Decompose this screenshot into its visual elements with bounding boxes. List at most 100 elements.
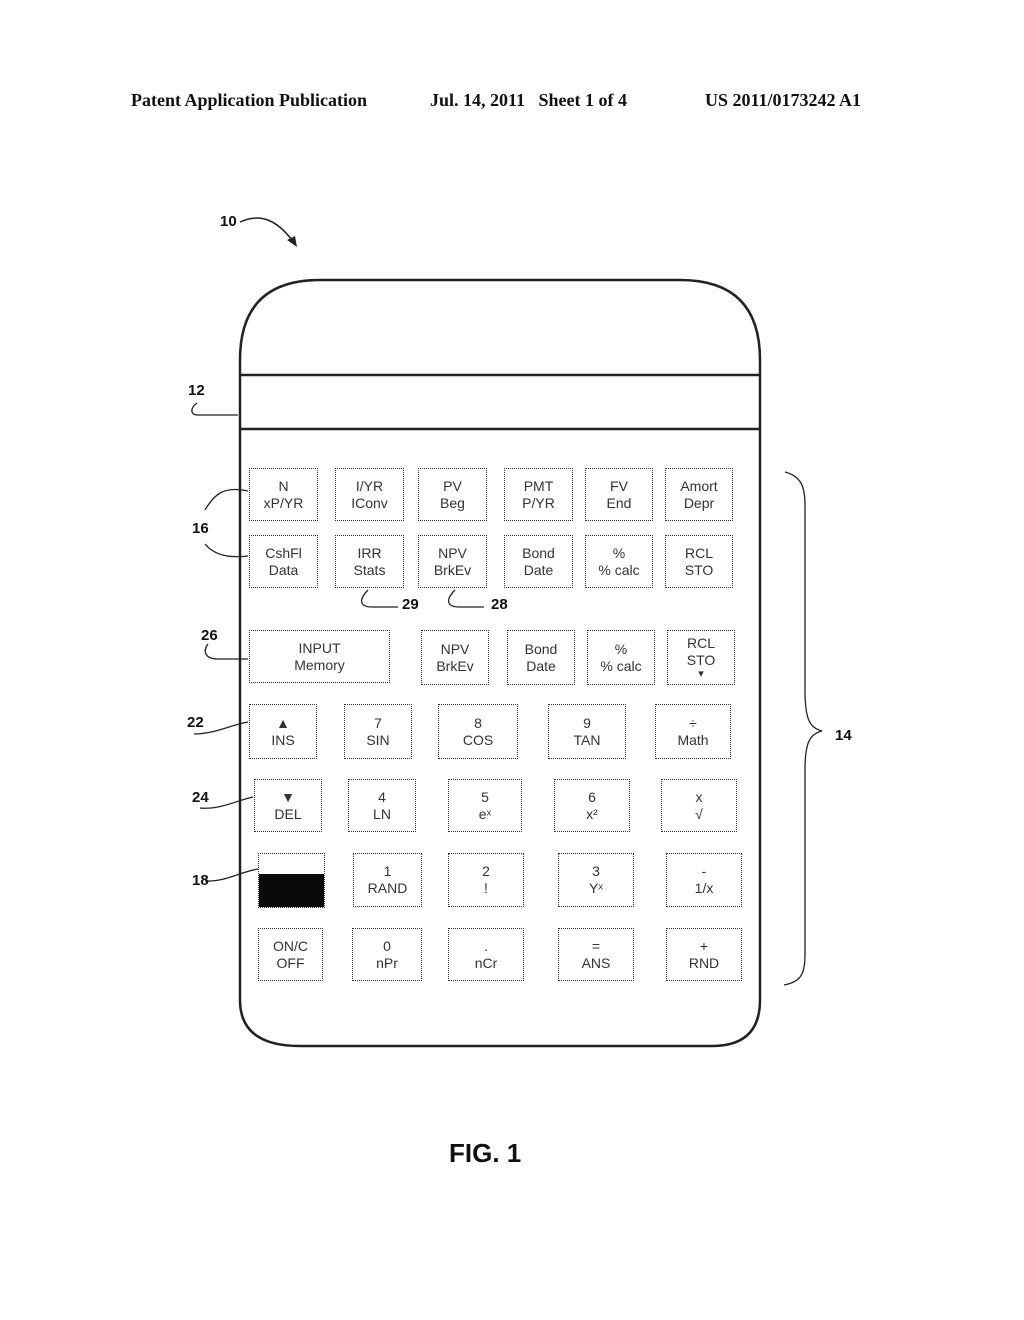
key-on-off[interactable]: ON/C OFF bbox=[258, 928, 323, 981]
small-down-arrow-icon: ▾ bbox=[698, 668, 704, 680]
key-i-yr[interactable]: I/YR IConv bbox=[335, 468, 404, 521]
key-cshfl[interactable]: CshFl Data bbox=[249, 535, 318, 588]
ref-numeral-29: 29 bbox=[402, 596, 419, 613]
ref-numeral-14: 14 bbox=[835, 727, 852, 744]
key-n[interactable]: N xP/YR bbox=[249, 468, 318, 521]
key-primary-label: RCL bbox=[686, 635, 715, 651]
key-primary-label: 4 bbox=[378, 788, 386, 805]
figure-label: FIG. 1 bbox=[449, 1138, 522, 1168]
key-rcl-alt[interactable]: RCL STO ▾ bbox=[667, 630, 735, 685]
key-1[interactable]: 1 RAND bbox=[353, 853, 422, 907]
key-decimal[interactable]: . nCr bbox=[448, 928, 524, 981]
key-secondary-label: OFF bbox=[276, 954, 305, 971]
key-primary-label: IRR bbox=[357, 544, 382, 561]
key-secondary-label: LN bbox=[373, 805, 391, 822]
key-secondary-label: INS bbox=[271, 731, 295, 748]
key-percent-alt[interactable]: % % calc bbox=[587, 630, 655, 685]
leader-16-upper bbox=[204, 488, 249, 511]
key-3[interactable]: 3 Yˣ bbox=[558, 853, 634, 907]
divide-icon: ÷ bbox=[689, 714, 697, 731]
ref-numeral-24: 24 bbox=[192, 789, 209, 806]
key-secondary-label: % calc bbox=[598, 561, 640, 578]
key-down-del[interactable]: ▼ DEL bbox=[254, 779, 322, 832]
key-secondary-label: x² bbox=[586, 805, 598, 822]
key-primary-label: RCL bbox=[684, 544, 713, 561]
key-primary-label: PMT bbox=[523, 477, 554, 494]
key-bond-alt[interactable]: Bond Date bbox=[507, 630, 575, 685]
key-root[interactable]: x √ bbox=[661, 779, 737, 832]
key-primary-label: ON/C bbox=[273, 937, 308, 954]
ref-numeral-12: 12 bbox=[188, 382, 205, 399]
key-0[interactable]: 0 nPr bbox=[352, 928, 422, 981]
up-triangle-icon: ▲ bbox=[276, 714, 290, 731]
key-pv[interactable]: PV Beg bbox=[418, 468, 487, 521]
key-secondary-label: xP/YR bbox=[263, 494, 304, 511]
key-primary-label: NPV bbox=[438, 544, 467, 561]
key-primary-label: 2 bbox=[482, 863, 490, 879]
key-secondary-label: P/YR bbox=[522, 494, 555, 511]
sqrt-icon: √ bbox=[695, 805, 703, 822]
key-secondary-label: Depr bbox=[683, 494, 715, 511]
key-primary-label: Amort bbox=[680, 477, 718, 494]
leader-16-lower bbox=[204, 543, 249, 558]
leader-18 bbox=[204, 868, 259, 882]
key-secondary-label: DEL bbox=[274, 805, 302, 822]
key-primary-label: x bbox=[695, 788, 703, 805]
key-secondary-label: End bbox=[606, 494, 632, 511]
key-primary-label: CshFl bbox=[265, 544, 302, 561]
key-primary-label: 3 bbox=[592, 863, 600, 879]
key-secondary-label: Date bbox=[526, 657, 556, 674]
leader-29 bbox=[361, 589, 398, 608]
ref-numeral-16: 16 bbox=[192, 520, 209, 537]
key-8[interactable]: 8 COS bbox=[438, 704, 518, 759]
down-triangle-icon: ▼ bbox=[281, 788, 295, 805]
key-secondary-label: ANS bbox=[581, 954, 611, 971]
key-secondary-label: SIN bbox=[366, 731, 390, 748]
key-secondary-label: BrkEv bbox=[436, 657, 474, 674]
key-minus[interactable]: - 1/x bbox=[666, 853, 742, 907]
key-amort[interactable]: Amort Depr bbox=[665, 468, 733, 521]
key-bond[interactable]: Bond Date bbox=[504, 535, 573, 588]
key-npv[interactable]: NPV BrkEv bbox=[418, 535, 487, 588]
key-input[interactable]: INPUT Memory bbox=[249, 630, 390, 683]
key-primary-label: % bbox=[614, 640, 628, 657]
key-secondary-label: Yˣ bbox=[589, 880, 603, 896]
key-divide[interactable]: ÷ Math bbox=[655, 704, 731, 759]
key-fv[interactable]: FV End bbox=[585, 468, 653, 521]
key-primary-label: 1 bbox=[383, 863, 392, 879]
key-secondary-label: COS bbox=[462, 731, 494, 748]
key-5[interactable]: 5 eˣ bbox=[448, 779, 522, 832]
key-secondary-label: 1/x bbox=[694, 880, 714, 896]
key-plus[interactable]: + RND bbox=[666, 928, 742, 981]
key-rcl[interactable]: RCL STO bbox=[665, 535, 733, 588]
key-secondary-label: ! bbox=[484, 880, 488, 896]
key-primary-label: I/YR bbox=[355, 477, 384, 494]
key-9[interactable]: 9 TAN bbox=[548, 704, 626, 759]
key-up-ins[interactable]: ▲ INS bbox=[249, 704, 317, 759]
key-npv-alt[interactable]: NPV BrkEv bbox=[421, 630, 489, 685]
leader-12 bbox=[191, 402, 238, 416]
leader-28 bbox=[448, 589, 484, 608]
solar-cell-panel bbox=[258, 853, 325, 908]
key-4[interactable]: 4 LN bbox=[348, 779, 416, 832]
ref-numeral-18: 18 bbox=[192, 872, 209, 889]
ref-numeral-28: 28 bbox=[491, 596, 508, 613]
key-2[interactable]: 2 ! bbox=[448, 853, 524, 907]
key-primary-label: 6 bbox=[588, 788, 596, 805]
key-percent[interactable]: % % calc bbox=[585, 535, 653, 588]
key-secondary-label: nCr bbox=[474, 954, 498, 971]
key-primary-label: PV bbox=[443, 477, 462, 494]
key-pmt[interactable]: PMT P/YR bbox=[504, 468, 573, 521]
key-secondary-label: RND bbox=[688, 954, 720, 971]
key-secondary-label: Math bbox=[677, 731, 709, 748]
key-primary-label: 9 bbox=[583, 714, 591, 731]
key-primary-label: N bbox=[278, 477, 289, 494]
key-irr[interactable]: IRR Stats bbox=[335, 535, 404, 588]
leader-26 bbox=[204, 643, 248, 660]
ref-numeral-22: 22 bbox=[187, 714, 204, 731]
key-secondary-label: Memory bbox=[294, 656, 345, 673]
key-primary-label: 5 bbox=[481, 788, 489, 805]
key-equals[interactable]: = ANS bbox=[558, 928, 634, 981]
key-7[interactable]: 7 SIN bbox=[344, 704, 412, 759]
key-6[interactable]: 6 x² bbox=[554, 779, 630, 832]
